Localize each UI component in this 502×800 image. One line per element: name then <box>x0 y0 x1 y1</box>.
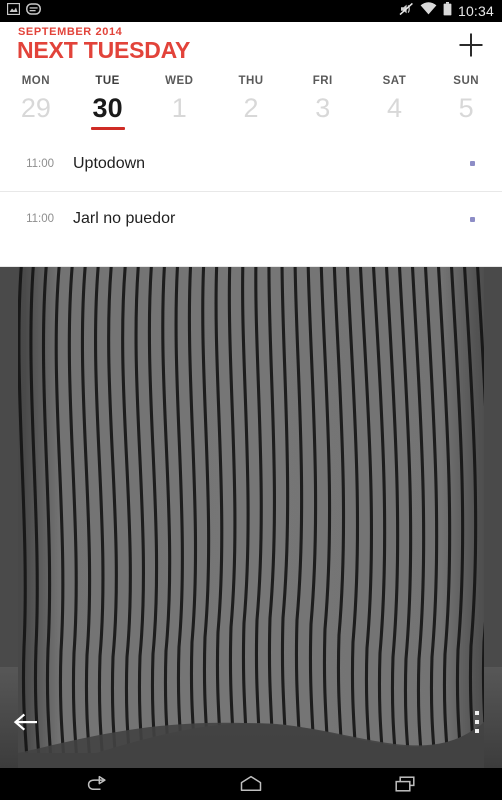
nav-home-icon <box>240 775 262 791</box>
event-title: Uptodown <box>73 154 146 172</box>
event-list: 11:00 Uptodown 11:00 Jarl no puedor <box>0 136 502 267</box>
event-title: Jarl no puedor <box>73 210 176 227</box>
wallpaper-preview[interactable] <box>0 267 502 768</box>
day-number: 2 <box>243 93 259 123</box>
add-event-button[interactable] <box>450 24 492 66</box>
day-column-sun[interactable]: SUN 5 <box>430 66 502 136</box>
day-number: 3 <box>315 93 331 123</box>
day-column-mon[interactable]: MON 29 <box>0 66 72 136</box>
week-day-strip[interactable]: MON 29 TUE 30 WED 1 THU 2 FRI 3 SAT 4 SU… <box>0 66 502 136</box>
day-of-week-label: THU <box>238 75 264 87</box>
nav-back-icon <box>87 775 106 791</box>
event-time: 11:00 <box>26 157 54 170</box>
status-bar-clock: 10:34 <box>457 3 494 19</box>
nav-recents-icon <box>395 776 415 792</box>
wallpaper-overflow-button[interactable] <box>462 706 492 738</box>
overflow-dot <box>475 729 479 733</box>
back-arrow-icon <box>13 713 37 731</box>
wifi-icon <box>420 2 437 20</box>
selected-day-underline <box>90 127 125 130</box>
volume-mute-icon <box>399 2 414 21</box>
day-of-week-label: WED <box>165 75 194 87</box>
event-list-item[interactable]: 11:00 Jarl no puedor <box>0 191 502 246</box>
wallpaper-back-button[interactable] <box>8 704 44 740</box>
event-color-dot <box>470 161 475 166</box>
nav-back-button[interactable] <box>74 769 120 799</box>
app-header: SEPTEMBER 2014 NEXT TUESDAY <box>0 22 502 66</box>
status-bar-right-icons: 10:34 <box>399 1 502 21</box>
page-title: NEXT TUESDAY <box>17 37 191 63</box>
day-number: 29 <box>20 93 51 123</box>
day-of-week-label: SAT <box>382 75 407 87</box>
screenshot-icon <box>6 2 21 20</box>
nav-home-button[interactable] <box>228 769 274 799</box>
plus-icon <box>459 33 483 57</box>
status-bar: 10:34 <box>0 0 502 22</box>
day-column-sat[interactable]: SAT 4 <box>359 66 431 136</box>
event-color-dot <box>470 216 475 222</box>
wavy-stripes-image <box>0 267 502 768</box>
overflow-dot <box>475 720 479 724</box>
day-of-week-label: TUE <box>95 75 120 87</box>
event-list-item[interactable]: 11:00 Uptodown <box>0 136 502 191</box>
phone-screen: 10:34 SEPTEMBER 2014 NEXT TUESDAY MON 29… <box>0 0 502 800</box>
event-time: 11:00 <box>26 213 54 225</box>
day-column-tue[interactable]: TUE 30 <box>72 66 144 136</box>
day-column-thu[interactable]: THU 2 <box>215 66 287 136</box>
day-of-week-label: MON <box>21 75 51 87</box>
message-icon <box>26 2 41 20</box>
day-of-week-label: SUN <box>453 75 480 87</box>
day-of-week-label: FRI <box>312 75 333 87</box>
nav-recents-button[interactable] <box>382 769 428 799</box>
day-number: 1 <box>171 93 187 123</box>
overflow-dot <box>475 711 479 715</box>
day-number: 5 <box>458 93 474 123</box>
day-column-fri[interactable]: FRI 3 <box>287 66 359 136</box>
day-column-wed[interactable]: WED 1 <box>143 66 215 136</box>
system-nav-bar <box>0 768 502 800</box>
status-bar-left-icons <box>0 2 41 20</box>
day-number: 30 <box>92 93 123 123</box>
day-number: 4 <box>386 93 402 123</box>
battery-icon <box>443 1 452 21</box>
